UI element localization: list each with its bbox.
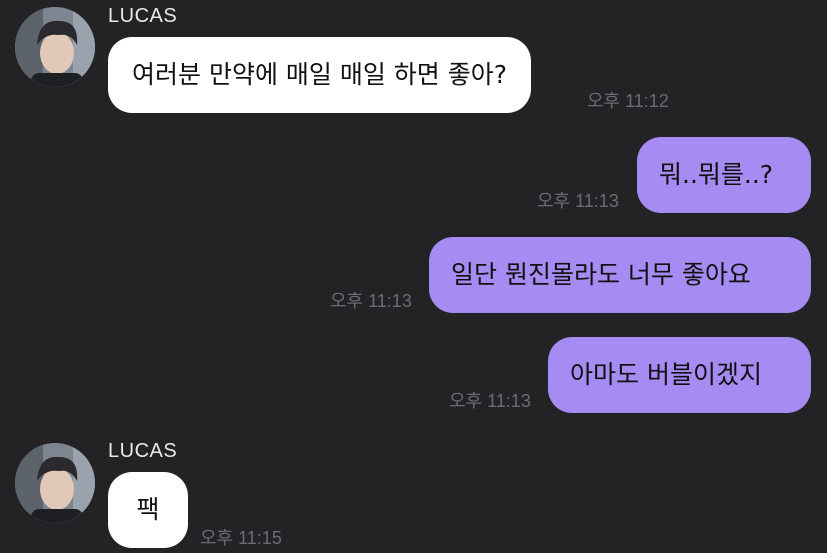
- outgoing-message-bubble[interactable]: 뭐..뭐를..?: [637, 137, 811, 213]
- message-text: 팩: [136, 495, 160, 524]
- message-timestamp: 오후 11:13: [330, 291, 412, 311]
- message-text: 아마도 버블이겠지: [570, 360, 762, 389]
- avatar-photo-icon: [15, 7, 95, 87]
- incoming-message-bubble[interactable]: 여러분 만약에 매일 매일 하면 좋아?: [108, 37, 532, 113]
- message-text: 뭐..뭐를..?: [659, 160, 774, 189]
- message-timestamp: 오후 11:13: [537, 191, 619, 211]
- message-timestamp: 오후 11:12: [587, 91, 669, 111]
- sender-name: LUCAS: [108, 440, 178, 462]
- message-text: 여러분 만약에 매일 매일 하면 좋아?: [132, 60, 508, 89]
- chat-screen: LUCAS 여러분 만약에 매일 매일 하면 좋아? 오후 11:12 오후 1…: [0, 0, 827, 553]
- outgoing-message-bubble[interactable]: 일단 뭔진몰라도 너무 좋아요: [429, 237, 811, 313]
- message-timestamp: 오후 11:13: [449, 391, 531, 411]
- sender-avatar[interactable]: [15, 443, 95, 523]
- avatar-photo-icon: [15, 443, 95, 523]
- message-text: 일단 뭔진몰라도 너무 좋아요: [451, 260, 751, 289]
- message-timestamp: 오후 11:15: [200, 528, 282, 548]
- sender-avatar[interactable]: [15, 7, 95, 87]
- incoming-message-bubble[interactable]: 팩: [108, 472, 188, 548]
- outgoing-message-bubble[interactable]: 아마도 버블이겠지: [548, 337, 811, 413]
- sender-name: LUCAS: [108, 5, 178, 27]
